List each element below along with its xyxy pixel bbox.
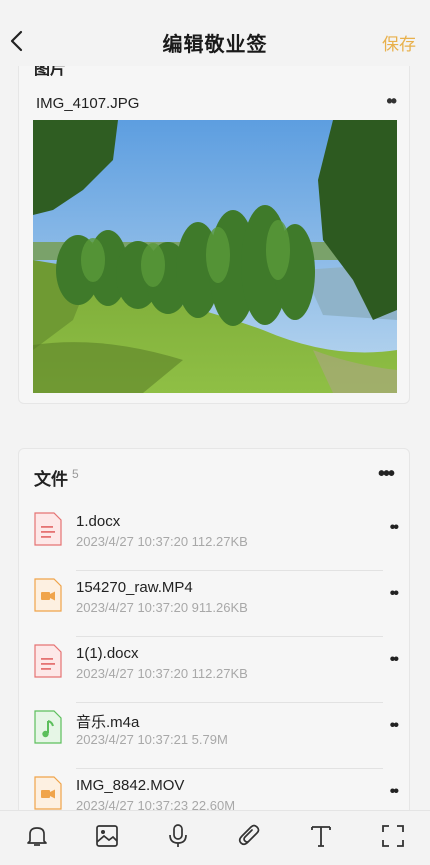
file-more-button[interactable]: ••	[390, 717, 399, 735]
file-section-more-button[interactable]: •••	[378, 463, 395, 486]
page-title: 编辑敬业签	[162, 34, 268, 56]
top-navigation-bar: 编辑敬业签 保存	[0, 0, 430, 66]
image-section-card: 图片 IMG_4107.JPG ••	[18, 40, 410, 404]
landscape-photo	[33, 120, 397, 393]
file-more-button[interactable]: ••	[390, 585, 399, 603]
file-row-1[interactable]: 1.docx 2023/4/27 10:37:20 112.27KB ••	[19, 505, 411, 571]
image-file-name: IMG_4107.JPG	[36, 95, 140, 112]
file-more-button[interactable]: ••	[390, 519, 399, 537]
doc-icon	[34, 644, 62, 678]
video-icon	[34, 776, 62, 810]
file-section-title: 文件	[34, 470, 68, 489]
bottom-toolbar	[0, 810, 430, 865]
text-icon[interactable]	[308, 823, 334, 849]
file-meta: 2023/4/27 10:37:20 112.27KB	[76, 666, 248, 681]
save-button[interactable]: 保存	[382, 30, 416, 55]
file-count-badge: 5	[72, 467, 79, 482]
file-row-5[interactable]: IMG_8842.MOV 2023/4/27 10:37:23 22.60M •…	[19, 769, 411, 810]
file-meta: 2023/4/27 10:37:20 911.26KB	[76, 600, 248, 615]
file-section-header: 文件 5	[34, 465, 79, 490]
file-name: 1(1).docx	[76, 645, 139, 662]
file-row-4[interactable]: 音乐.m4a 2023/4/27 10:37:21 5.79M ••	[19, 703, 411, 769]
image-more-button[interactable]: ••	[386, 91, 397, 112]
doc-icon	[34, 512, 62, 546]
image-preview[interactable]	[33, 120, 397, 393]
microphone-icon[interactable]	[165, 823, 191, 849]
file-name: 154270_raw.MP4	[76, 579, 193, 596]
fullscreen-icon[interactable]	[380, 823, 406, 849]
file-more-button[interactable]: ••	[390, 783, 399, 801]
file-row-3[interactable]: 1(1).docx 2023/4/27 10:37:20 112.27KB ••	[19, 637, 411, 703]
bell-icon[interactable]	[24, 823, 50, 849]
file-meta: 2023/4/27 10:37:20 112.27KB	[76, 534, 248, 549]
file-name: IMG_8842.MOV	[76, 777, 185, 794]
file-name: 音乐.m4a	[76, 714, 140, 731]
file-name: 1.docx	[76, 513, 121, 530]
file-section-card: 文件 5 ••• 1.docx 2023/4/27 10:37:20 112.27…	[18, 448, 410, 810]
file-meta: 2023/4/27 10:37:23 22.60M	[76, 798, 236, 810]
file-row-2[interactable]: 154270_raw.MP4 2023/4/27 10:37:20 911.26…	[19, 571, 411, 637]
content-scroll-area[interactable]: 图片 IMG_4107.JPG •• 文件 5 ••• 1.docx 2023/…	[0, 0, 430, 810]
file-more-button[interactable]: ••	[390, 651, 399, 669]
video-icon	[34, 578, 62, 612]
file-meta: 2023/4/27 10:37:21 5.79M	[76, 732, 228, 747]
audio-icon	[34, 710, 62, 744]
paperclip-icon[interactable]	[237, 823, 263, 849]
image-icon[interactable]	[94, 823, 120, 849]
